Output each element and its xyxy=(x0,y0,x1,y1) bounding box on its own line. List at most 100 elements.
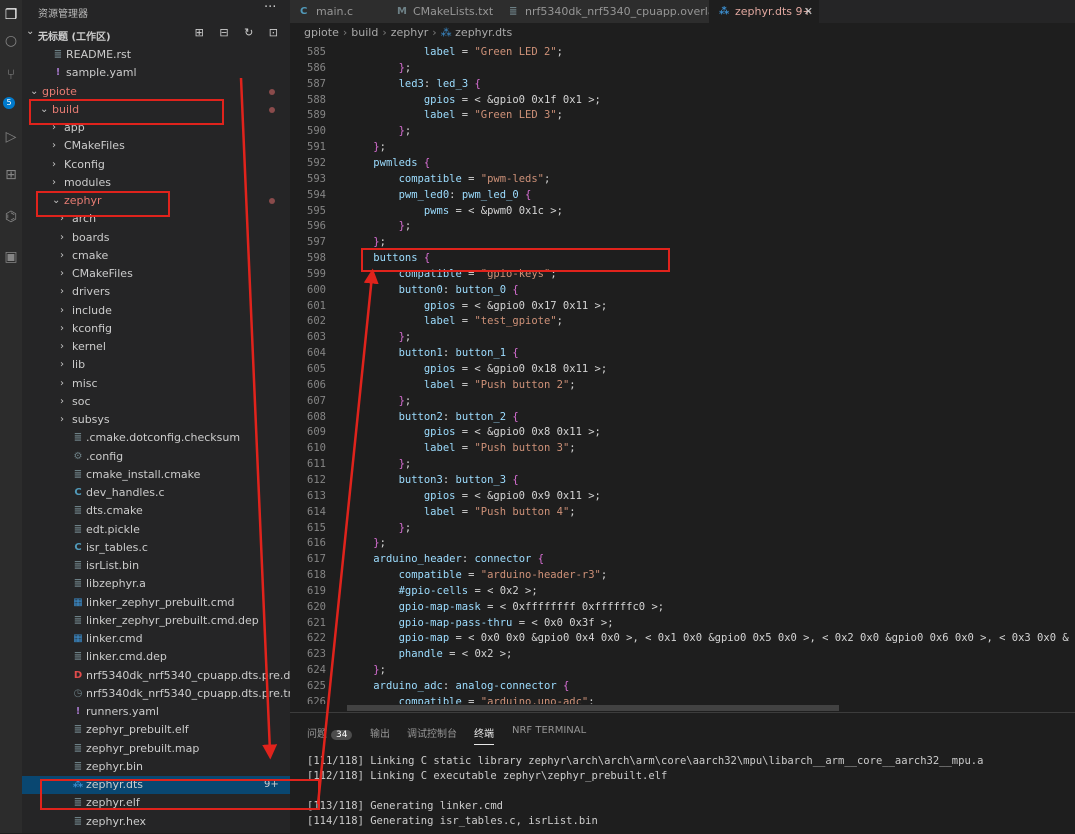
tree-item[interactable]: ≣ zephyr_prebuilt.map xyxy=(22,740,290,758)
tree-item[interactable]: ≣ README.rst xyxy=(22,46,290,64)
tree-item[interactable]: ⌄ gpiote xyxy=(22,83,290,101)
tree-item[interactable]: › drivers xyxy=(22,283,290,301)
tree-item[interactable]: Cdev_handles.c xyxy=(22,484,290,502)
source-control-icon[interactable]: ⑂ xyxy=(0,64,22,86)
tree-item[interactable]: ≣ linker.cmd.dep xyxy=(22,648,290,666)
explorer-title: 资源管理器 xyxy=(38,9,88,20)
horizontal-scrollbar[interactable] xyxy=(290,704,1075,712)
tree-item[interactable]: ! runners.yaml xyxy=(22,703,290,721)
chevron-right-icon: › xyxy=(52,176,56,188)
code-line: 587 led3: led_3 { xyxy=(290,76,1075,92)
code-text: }; xyxy=(398,331,412,344)
tree-item[interactable]: › subsys xyxy=(22,411,290,429)
tree-item[interactable]: ≣ .cmake.dotconfig.checksum xyxy=(22,429,290,447)
tree-item-label: CMakeFiles xyxy=(64,139,125,153)
tree-item[interactable]: › CMakeFiles xyxy=(22,265,290,283)
tree-item[interactable]: › kconfig xyxy=(22,320,290,338)
panel-tab[interactable]: 输出 xyxy=(370,725,390,740)
tree-item[interactable]: ≣ libzephyr.a xyxy=(22,575,290,593)
chevron-right-icon: › xyxy=(60,231,64,243)
tree-item[interactable]: ≣ cmake_install.cmake xyxy=(22,466,290,484)
code-text: }; xyxy=(398,521,412,534)
tab-label: zephyr.dts 9+ xyxy=(735,5,812,18)
tree-item[interactable]: Cisr_tables.c xyxy=(22,539,290,557)
line-number: 621 xyxy=(307,616,326,629)
code-line: 588 gpios = < &gpio0 0x1f 0x1 >; xyxy=(290,92,1075,108)
line-number: 587 xyxy=(307,77,326,90)
tree-item[interactable]: › misc xyxy=(22,375,290,393)
line-number: 591 xyxy=(307,141,326,154)
chevron-right-icon: › xyxy=(60,341,64,352)
tree-item[interactable]: ◷ nrf5340dk_nrf5340_cpuapp.dts.pre.tmp xyxy=(22,685,306,703)
line-number: 609 xyxy=(307,426,326,439)
tree-item-label: .config xyxy=(86,449,124,463)
breadcrumb-item[interactable]: zephyr xyxy=(391,26,429,39)
workspace-header[interactable]: ⌄ 无标题 (工作区) ⊞ ⊟ ↻ ⊡ xyxy=(22,26,290,43)
tree-item[interactable]: Dnrf5340dk_nrf5340_cpuapp.dts.pre.d xyxy=(22,667,290,685)
explorer-actions[interactable]: ⊞ ⊟ ↻ ⊡ xyxy=(195,26,284,39)
code-text: }; xyxy=(398,458,412,471)
code-line: 593 compatible = "pwm-leds"; xyxy=(290,171,1075,187)
line-number: 588 xyxy=(307,93,326,106)
line-number: 612 xyxy=(307,473,326,486)
code-text: }; xyxy=(398,61,412,74)
modified-dot xyxy=(269,88,275,95)
tree-item[interactable]: ≣ isrList.bin xyxy=(22,557,290,575)
editor-tab[interactable]: ≣ nrf5340dk_nrf5340_cpuapp.overlay xyxy=(499,0,721,23)
editor-tab[interactable]: Cmain.c xyxy=(290,0,388,23)
extensions-icon[interactable]: ⊞ xyxy=(0,164,22,186)
chevron-down-icon: ⌄ xyxy=(26,26,35,37)
remote-icon[interactable]: ⌬ xyxy=(0,206,22,228)
tree-item[interactable]: ▦ linker_zephyr_prebuilt.cmd xyxy=(22,594,290,612)
tree-item[interactable]: › modules xyxy=(22,174,290,192)
scrollbar-thumb[interactable] xyxy=(347,705,839,711)
editor-tab[interactable]: M CMakeLists.txt xyxy=(387,0,500,23)
tree-item[interactable]: › Kconfig xyxy=(22,156,290,174)
close-icon[interactable]: ✕ xyxy=(804,0,813,23)
panel-tab[interactable]: 调试控制台 xyxy=(407,725,457,740)
panel-tab[interactable]: 问题 34 xyxy=(307,725,353,740)
code-editor[interactable]: 585 label = "Green LED 2"; 586 }; 587 led3… xyxy=(290,44,1075,712)
tree-item[interactable]: › CMakeFiles xyxy=(22,137,290,155)
code-line: 606 label = "Push button 2"; xyxy=(290,377,1075,393)
explorer-icon[interactable]: ❐ xyxy=(0,4,22,26)
breadcrumb-item[interactable]: zephyr.dts xyxy=(455,26,512,39)
tree-item[interactable]: ! sample.yaml xyxy=(22,64,290,82)
highlight-box-buttons xyxy=(361,248,670,272)
tree-item[interactable]: › boards xyxy=(22,229,290,247)
tree-item[interactable]: › soc xyxy=(22,393,290,411)
tree-item-label: CMakeFiles xyxy=(72,267,133,280)
panel-tab[interactable]: NRF TERMINAL xyxy=(512,725,586,736)
run-debug-icon[interactable]: ▷ xyxy=(0,126,22,148)
file-icon: ⁂ xyxy=(719,6,730,17)
code-text: label = "Green LED 2"; xyxy=(423,46,563,58)
tree-item[interactable]: ≣ linker_zephyr_prebuilt.cmd.dep xyxy=(22,612,290,630)
tree-item[interactable]: ≣ zephyr.hex xyxy=(22,813,290,831)
search-icon[interactable]: ○ xyxy=(0,30,22,52)
tree-item[interactable]: › kernel xyxy=(22,338,290,356)
line-number: 593 xyxy=(307,172,326,185)
tree-item[interactable]: ≣ zephyr_prebuilt.elf xyxy=(22,721,290,739)
device-icon[interactable]: ▣ xyxy=(0,246,22,268)
tree-item[interactable]: ≣ dts.cmake xyxy=(22,502,290,520)
line-number: 597 xyxy=(307,236,326,249)
code-line: 619 #gpio-cells = < 0x2 >; xyxy=(290,583,1075,599)
tree-item[interactable]: ⚙ .config xyxy=(22,448,290,466)
tree-item[interactable]: › include xyxy=(22,302,290,320)
file-icon: ≣ xyxy=(73,578,83,590)
more-actions-icon[interactable]: ··· xyxy=(264,0,276,15)
tree-item[interactable]: ≣ zephyr.bin xyxy=(22,758,290,776)
panel-tab[interactable]: 终端 xyxy=(474,725,494,745)
code-line: 608 button2: button_2 { xyxy=(290,409,1075,425)
file-icon: ! xyxy=(55,67,61,79)
breadcrumb-item[interactable]: gpiote xyxy=(304,26,339,39)
line-number: 598 xyxy=(307,252,326,265)
breadcrumb-item[interactable]: build xyxy=(351,26,378,39)
tree-item[interactable]: › cmake xyxy=(22,247,290,265)
tree-item[interactable]: ≣ edt.pickle xyxy=(22,521,290,539)
line-number: 589 xyxy=(307,109,326,122)
file-icon: ≣ xyxy=(73,523,83,535)
tree-item[interactable]: ▦ linker.cmd xyxy=(22,630,290,648)
editor-tab[interactable]: ⁂ zephyr.dts 9+ ✕ xyxy=(709,0,820,23)
tree-item[interactable]: › lib xyxy=(22,356,290,374)
